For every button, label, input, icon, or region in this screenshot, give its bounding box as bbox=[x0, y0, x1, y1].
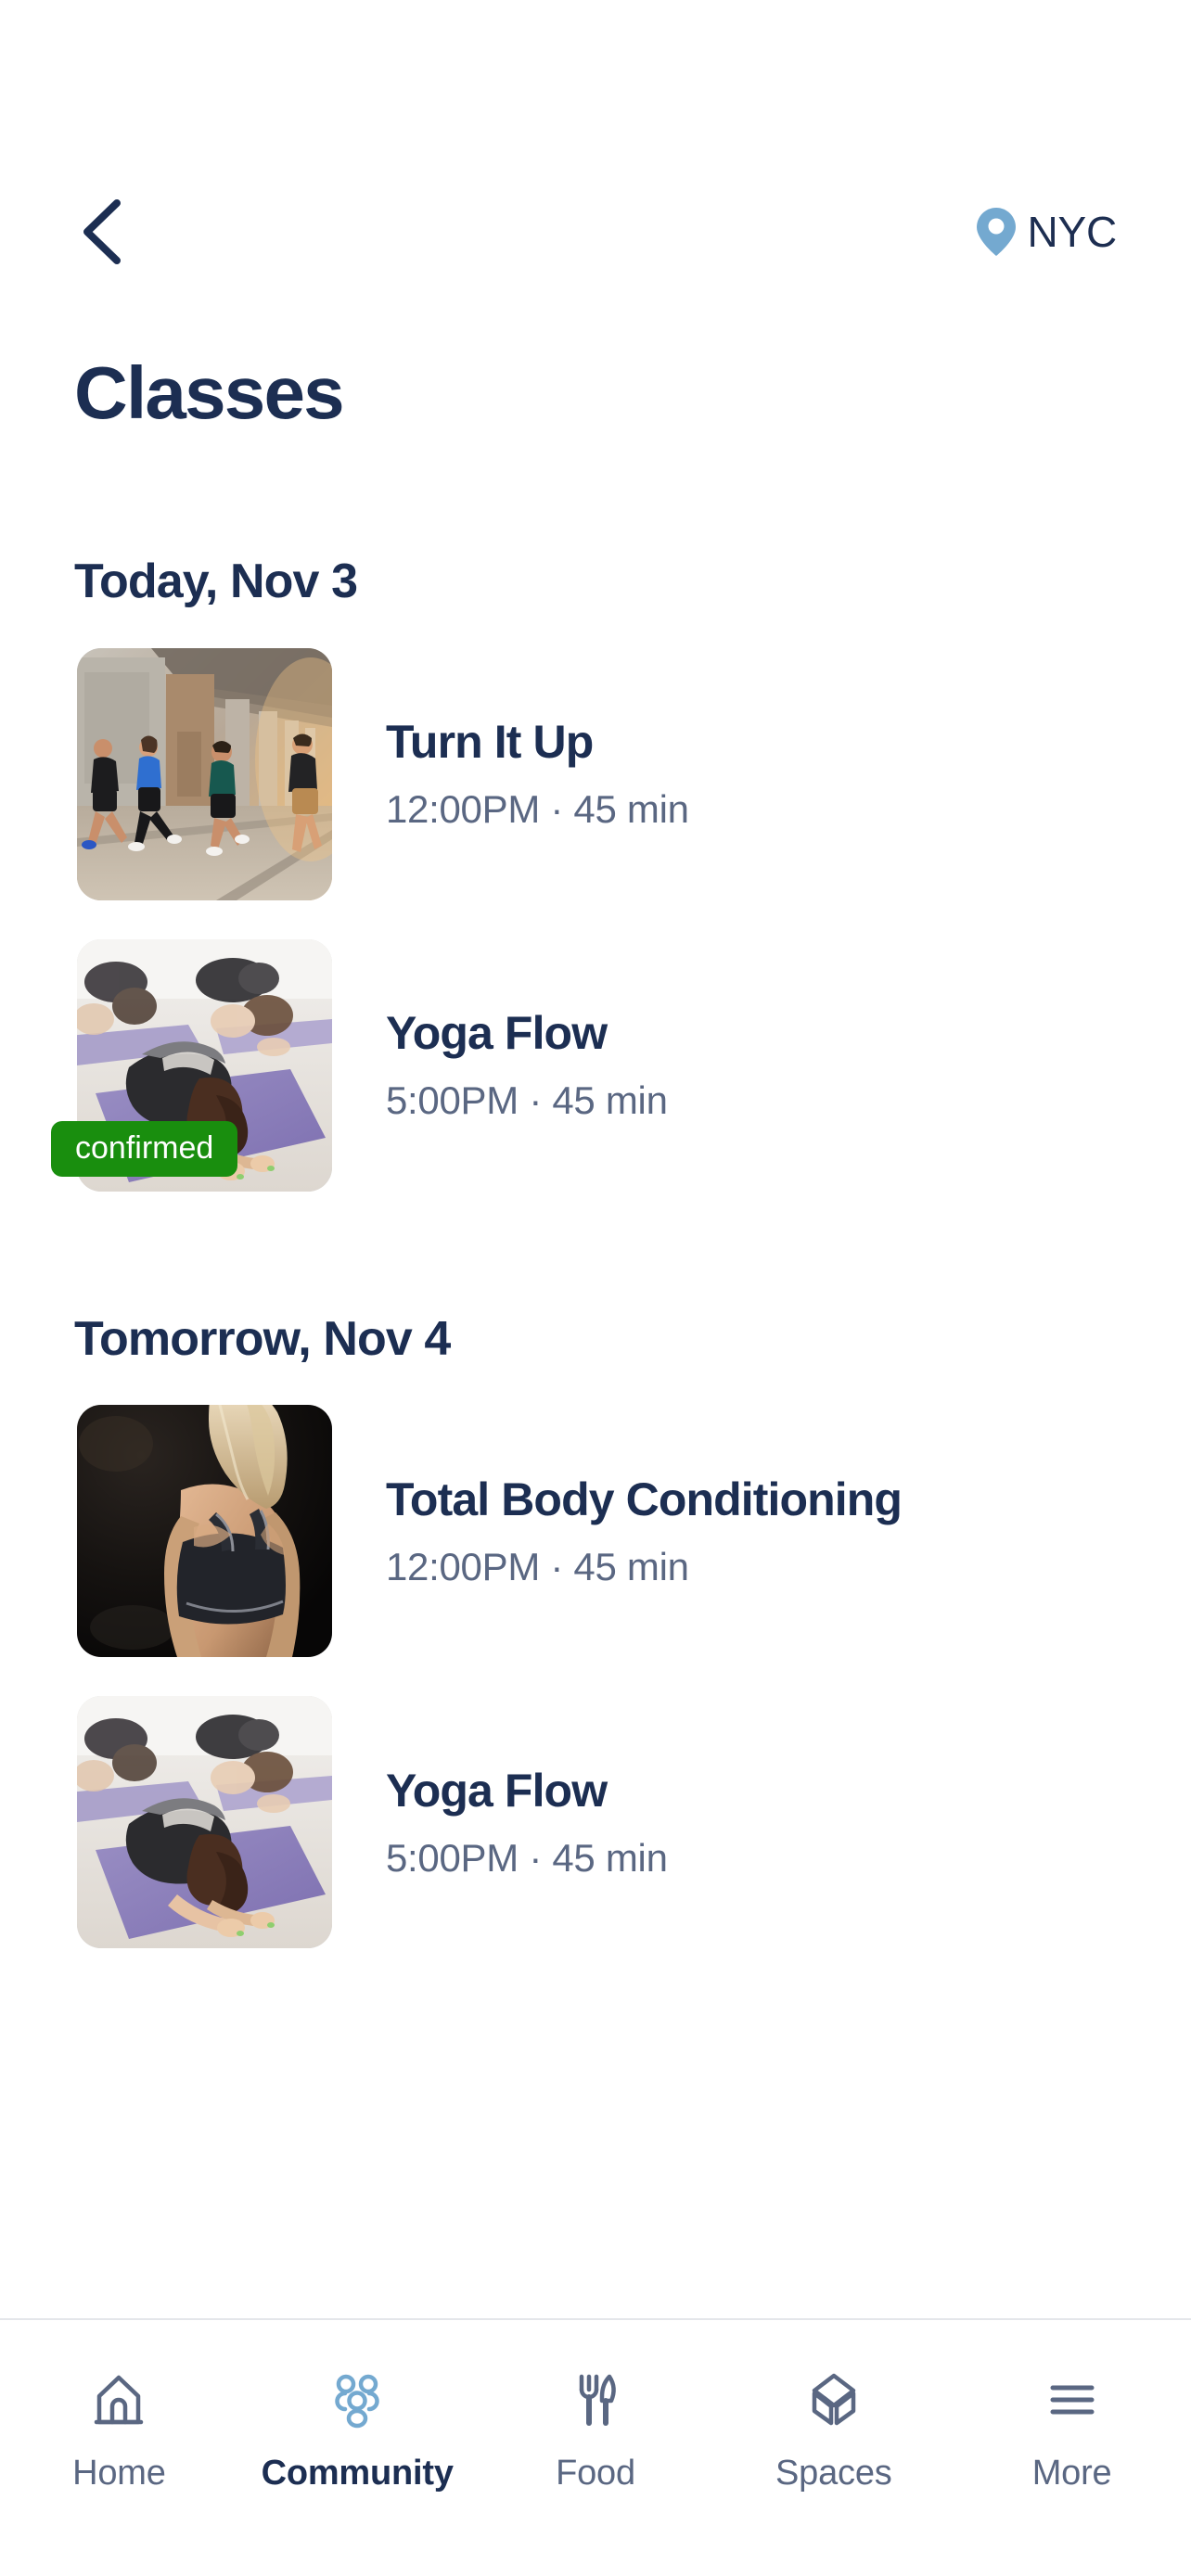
nav-item-more[interactable]: More bbox=[953, 2365, 1191, 2491]
classes-screen: NYC Classes Today, Nov 3 Turn It Up 12:0… bbox=[0, 0, 1191, 2576]
nav-label: Food bbox=[556, 2454, 635, 2493]
house-icon bbox=[83, 2365, 154, 2435]
nav-label: Home bbox=[72, 2454, 166, 2493]
class-name: Yoga Flow bbox=[386, 1764, 608, 1817]
class-info: Yoga Flow 5:00PM · 45 min bbox=[386, 1764, 668, 1880]
page-title: Classes bbox=[74, 351, 345, 434]
bottom-navigation-bar: Home Community Food Spaces More bbox=[0, 2318, 1191, 2576]
yoga-class-image bbox=[77, 1696, 332, 1949]
nav-item-home[interactable]: Home bbox=[0, 2365, 238, 2491]
strength-training-image bbox=[77, 1405, 332, 1658]
nav-label: More bbox=[1031, 2454, 1112, 2493]
day-heading: Tomorrow, Nov 4 bbox=[74, 1311, 451, 1366]
status-badge: confirmed bbox=[51, 1120, 238, 1177]
class-info: Yoga Flow 5:00PM · 45 min bbox=[386, 1008, 668, 1122]
nav-item-food[interactable]: Food bbox=[477, 2365, 715, 2491]
class-thumbnail-wrap bbox=[77, 1696, 332, 1949]
cube-box-icon bbox=[799, 2365, 869, 2435]
nav-item-spaces[interactable]: Spaces bbox=[714, 2365, 953, 2491]
outdoor-group-fitness-image bbox=[77, 647, 332, 900]
day-group: Today, Nov 3 Turn It Up 12:00PM · 45 min… bbox=[0, 556, 1191, 1192]
class-info: Total Body Conditioning 12:00PM · 45 min bbox=[386, 1473, 903, 1588]
class-thumbnail-wrap: confirmed bbox=[51, 938, 332, 1192]
hamburger-menu-icon bbox=[1037, 2365, 1108, 2435]
nav-item-community[interactable]: Community bbox=[238, 2365, 477, 2491]
class-thumbnail-wrap bbox=[77, 647, 332, 900]
location-selector[interactable]: NYC bbox=[975, 206, 1117, 258]
class-thumbnail bbox=[77, 647, 332, 900]
class-name: Turn It Up bbox=[386, 716, 594, 768]
class-row[interactable]: Turn It Up 12:00PM · 45 min bbox=[0, 647, 1191, 900]
nav-label: Community bbox=[261, 2454, 454, 2493]
class-info: Turn It Up 12:00PM · 45 min bbox=[386, 717, 689, 831]
class-row[interactable]: Yoga Flow 5:00PM · 45 min bbox=[0, 1696, 1191, 1949]
top-bar: NYC bbox=[0, 176, 1191, 287]
fork-knife-icon bbox=[560, 2365, 631, 2435]
class-schedule-list: Today, Nov 3 Turn It Up 12:00PM · 45 min… bbox=[0, 556, 1191, 1987]
people-group-icon bbox=[322, 2365, 392, 2435]
class-thumbnail bbox=[77, 1405, 332, 1658]
class-name: Yoga Flow bbox=[386, 1007, 608, 1059]
class-thumbnail-wrap bbox=[77, 1405, 332, 1658]
chevron-left-icon bbox=[83, 199, 121, 264]
location-label: NYC bbox=[1027, 208, 1117, 256]
day-heading: Today, Nov 3 bbox=[74, 555, 358, 608]
nav-label: Spaces bbox=[775, 2454, 892, 2493]
class-row[interactable]: confirmed Yoga Flow 5:00PM · 45 min bbox=[0, 938, 1191, 1192]
class-meta: 5:00PM · 45 min bbox=[386, 1078, 668, 1122]
class-row[interactable]: Total Body Conditioning 12:00PM · 45 min bbox=[0, 1405, 1191, 1658]
class-meta: 5:00PM · 45 min bbox=[386, 1835, 668, 1880]
class-meta: 12:00PM · 45 min bbox=[386, 787, 689, 831]
class-list: Turn It Up 12:00PM · 45 min confirmed Yo… bbox=[0, 647, 1191, 1192]
class-meta: 12:00PM · 45 min bbox=[386, 1544, 689, 1588]
map-pin-icon bbox=[977, 208, 1017, 256]
back-button[interactable] bbox=[76, 192, 156, 272]
class-thumbnail bbox=[77, 1696, 332, 1949]
day-group: Tomorrow, Nov 4 Total Body Conditioning … bbox=[0, 1311, 1191, 1949]
class-list: Total Body Conditioning 12:00PM · 45 min bbox=[0, 1405, 1191, 1949]
class-name: Total Body Conditioning bbox=[386, 1473, 903, 1525]
